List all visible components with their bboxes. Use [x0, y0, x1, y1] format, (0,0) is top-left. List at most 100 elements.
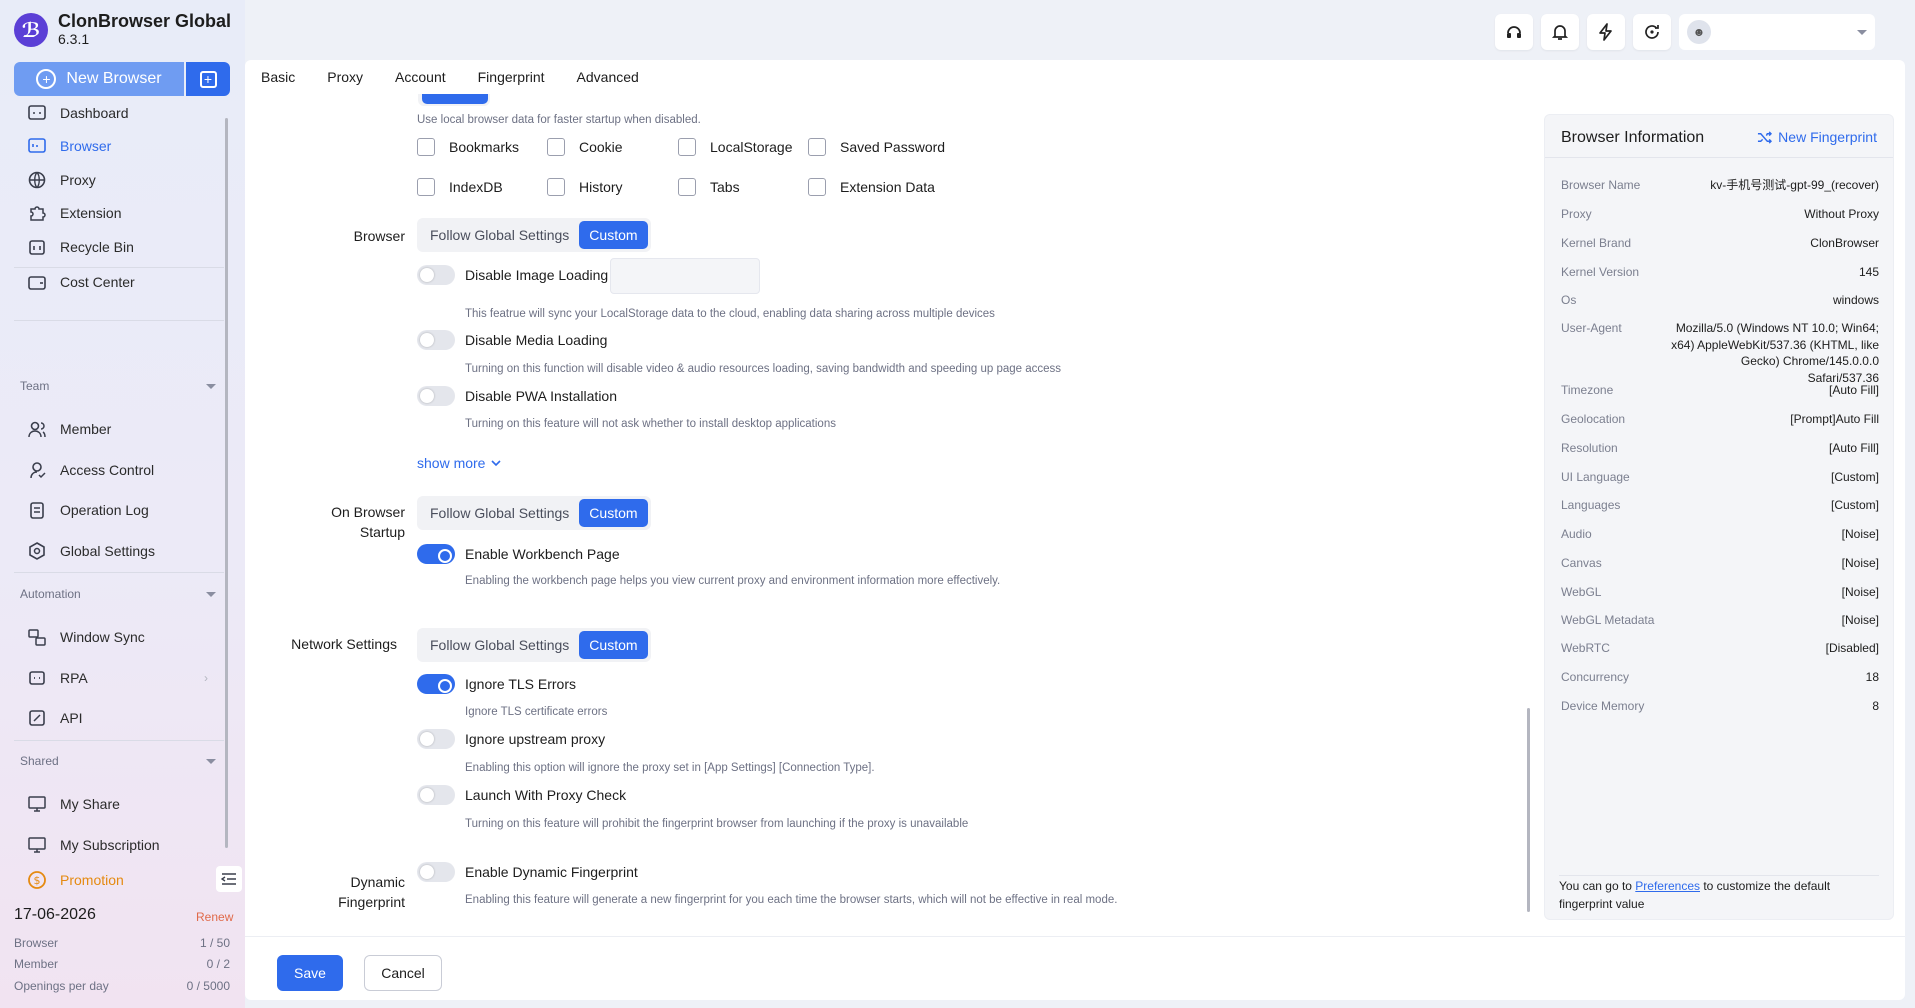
- account-dropdown[interactable]: ☻: [1679, 14, 1875, 50]
- checkbox-localstorage[interactable]: LocalStorage: [678, 138, 793, 156]
- info-value: [Disabled]: [1825, 641, 1879, 655]
- custom-option[interactable]: Custom: [579, 631, 648, 659]
- sidebar-item-window-sync[interactable]: Window Sync: [14, 620, 224, 654]
- sidebar-item-access-control[interactable]: Access Control: [14, 453, 224, 487]
- follow-global-option[interactable]: Follow Global Settings: [420, 631, 579, 659]
- preferences-link[interactable]: Preferences: [1635, 879, 1700, 893]
- toggle-proxy-check[interactable]: Launch With Proxy Check: [417, 785, 626, 805]
- sidebar-item-label: Global Settings: [60, 543, 155, 559]
- follow-global-option[interactable]: Follow Global Settings: [420, 221, 579, 249]
- switch[interactable]: [417, 729, 455, 749]
- switch[interactable]: [417, 785, 455, 805]
- avatar: ☻: [1687, 20, 1711, 44]
- info-row: WebGL Metadata [Noise]: [1561, 612, 1879, 629]
- refresh-button[interactable]: [1633, 14, 1671, 50]
- switch[interactable]: [417, 265, 455, 285]
- quick-action-button[interactable]: [1587, 14, 1625, 50]
- api-icon: [26, 707, 48, 729]
- switch[interactable]: [417, 862, 455, 882]
- sidebar-item-operation-log[interactable]: Operation Log: [14, 493, 224, 527]
- sidebar-item-label: My Subscription: [60, 837, 160, 853]
- sidebar-item-cost-center[interactable]: Cost Center: [14, 265, 224, 299]
- sidebar-item-recycle-bin[interactable]: Recycle Bin: [14, 230, 224, 264]
- sidebar-item-my-subscription[interactable]: My Subscription: [14, 828, 224, 862]
- info-row: Canvas [Noise]: [1561, 555, 1879, 572]
- show-more-link[interactable]: show more: [417, 455, 502, 471]
- access-icon: [26, 459, 48, 481]
- info-value: ClonBrowser: [1810, 236, 1879, 250]
- sidebar-item-extension[interactable]: Extension: [14, 196, 224, 230]
- stat-label: Browser: [14, 936, 59, 950]
- new-fingerprint-button[interactable]: New Fingerprint: [1757, 129, 1877, 145]
- sidebar-item-my-share[interactable]: My Share: [14, 787, 224, 821]
- toggle-ignore-upstream[interactable]: Ignore upstream proxy: [417, 729, 605, 749]
- sidebar-item-global-settings[interactable]: Global Settings: [14, 534, 224, 568]
- toggle-dynamic-fingerprint[interactable]: Enable Dynamic Fingerprint: [417, 862, 638, 882]
- tab-basic[interactable]: Basic: [261, 69, 295, 85]
- sidebar-scrollbar[interactable]: [225, 118, 228, 848]
- toggle-ignore-tls[interactable]: Ignore TLS Errors: [417, 674, 576, 694]
- segmented-control-partial: [418, 94, 490, 106]
- content-scrollbar[interactable]: [1527, 708, 1530, 912]
- sidebar-item-label: Browser: [60, 138, 112, 154]
- checkbox-bookmarks[interactable]: Bookmarks: [417, 138, 519, 156]
- renew-link[interactable]: Renew: [196, 910, 233, 924]
- sidebar-item-member[interactable]: Member: [14, 412, 224, 446]
- support-button[interactable]: [1495, 14, 1533, 50]
- tab-proxy[interactable]: Proxy: [327, 69, 363, 85]
- toggle-workbench[interactable]: Enable Workbench Page: [417, 544, 620, 564]
- checkbox-history[interactable]: History: [547, 178, 623, 196]
- sidebar: ℬ ClonBrowser Global 6.3.1 + New Browser…: [0, 0, 245, 1008]
- stat-label: Member: [14, 957, 59, 971]
- info-key: Resolution: [1561, 441, 1618, 455]
- section-team[interactable]: Team: [20, 379, 216, 393]
- sidebar-item-rpa[interactable]: RPA ›: [14, 661, 224, 695]
- tab-fingerprint[interactable]: Fingerprint: [478, 69, 545, 85]
- collapse-sidebar-button[interactable]: [216, 866, 242, 892]
- tls-hint: Ignore TLS certificate errors: [465, 706, 608, 718]
- switch[interactable]: [417, 544, 455, 564]
- notifications-button[interactable]: [1541, 14, 1579, 50]
- image-size-input[interactable]: [610, 258, 760, 294]
- sidebar-item-browser[interactable]: Browser: [14, 129, 224, 163]
- follow-global-option[interactable]: Follow Global Settings: [420, 499, 579, 527]
- chevron-down-icon: [206, 383, 216, 389]
- save-button[interactable]: Save: [277, 955, 343, 991]
- toggle-disable-pwa[interactable]: Disable PWA Installation: [417, 386, 617, 406]
- checkbox-extension-data[interactable]: Extension Data: [808, 178, 935, 196]
- switch[interactable]: [417, 330, 455, 350]
- refresh-icon: [1645, 25, 1659, 39]
- toggle-disable-media[interactable]: Disable Media Loading: [417, 330, 607, 350]
- chevron-down-icon: [1857, 29, 1867, 35]
- tab-account[interactable]: Account: [395, 69, 446, 85]
- disable-media-hint: Turning on this function will disable vi…: [465, 363, 1062, 375]
- switch[interactable]: [417, 386, 455, 406]
- new-browser-batch-button[interactable]: +: [186, 62, 230, 96]
- toggle-disable-image[interactable]: Disable Image Loading: [417, 265, 608, 285]
- switch[interactable]: [417, 674, 455, 694]
- info-row: Kernel Brand ClonBrowser: [1561, 235, 1879, 252]
- dynamic-hint: Enabling this feature will generate a ne…: [465, 894, 1118, 906]
- custom-option[interactable]: Custom: [579, 499, 648, 527]
- headset-icon: [1507, 26, 1521, 38]
- checkbox-saved-password[interactable]: Saved Password: [808, 138, 945, 156]
- cancel-button[interactable]: Cancel: [364, 955, 442, 991]
- sidebar-item-proxy[interactable]: Proxy: [14, 163, 224, 197]
- sidebar-item-dashboard[interactable]: Dashboard: [14, 96, 224, 130]
- section-shared[interactable]: Shared: [20, 754, 216, 768]
- tab-advanced[interactable]: Advanced: [577, 69, 639, 85]
- browser-icon: [26, 135, 48, 157]
- sidebar-item-api[interactable]: API: [14, 701, 224, 735]
- custom-option[interactable]: Custom: [579, 221, 648, 249]
- checkbox-indexdb[interactable]: IndexDB: [417, 178, 503, 196]
- info-divider: [1545, 157, 1893, 158]
- info-row: User-Agent Mozilla/5.0 (Windows NT 10.0; …: [1561, 320, 1879, 386]
- section-automation[interactable]: Automation: [20, 587, 216, 601]
- checkbox-cookie[interactable]: Cookie: [547, 138, 623, 156]
- checkbox-tabs[interactable]: Tabs: [678, 178, 740, 196]
- topbar-tools: ☻: [1487, 14, 1875, 50]
- info-key: Proxy: [1561, 207, 1592, 221]
- new-browser-button[interactable]: + New Browser: [14, 62, 184, 96]
- info-row: WebRTC [Disabled]: [1561, 640, 1879, 657]
- sidebar-item-promotion[interactable]: $ Promotion: [14, 863, 224, 897]
